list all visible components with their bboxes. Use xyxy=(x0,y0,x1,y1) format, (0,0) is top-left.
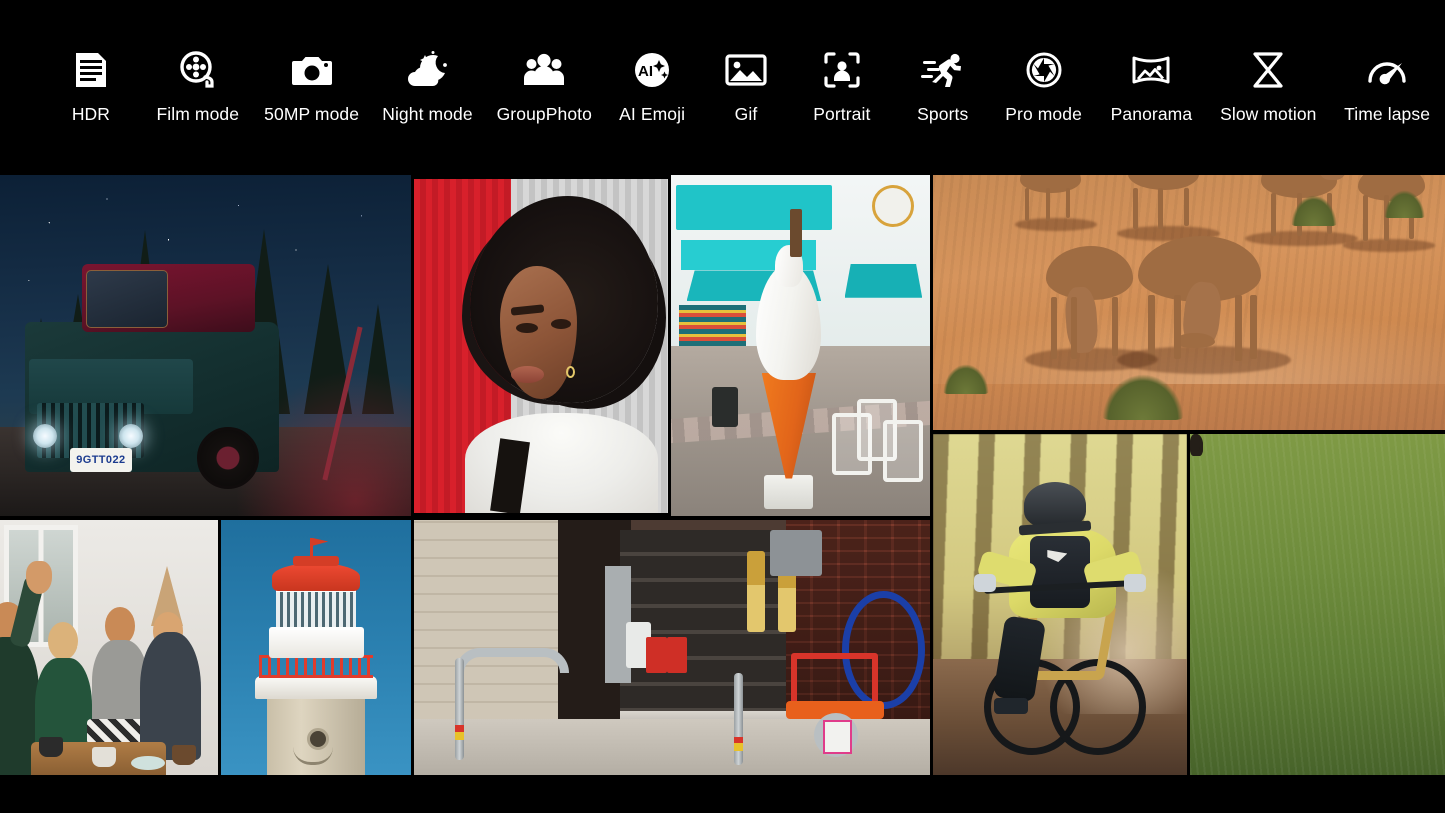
film-reel-icon xyxy=(175,47,221,93)
camera-modes-showcase: HDR Film mode xyxy=(0,0,1445,813)
mode-item-night-mode[interactable]: Night mode xyxy=(369,47,487,125)
camera-icon xyxy=(289,47,335,93)
mode-item-ai-emoji[interactable]: AI AI Emoji xyxy=(602,47,702,125)
mode-label: GroupPhoto xyxy=(497,103,592,125)
photo-zebras[interactable] xyxy=(1190,434,1445,775)
mode-label: Film mode xyxy=(156,103,239,125)
people-group-icon xyxy=(521,47,567,93)
photo-icecream-cone[interactable] xyxy=(671,175,930,516)
photo-street-steps[interactable] xyxy=(414,520,930,775)
photo-camels-desert[interactable] xyxy=(933,175,1445,430)
mode-item-sports[interactable]: Sports xyxy=(894,47,992,125)
running-person-icon xyxy=(920,47,966,93)
sample-photo-collage: 9GTT022 xyxy=(0,175,1445,775)
photo-mountain-biker[interactable] xyxy=(933,434,1187,775)
camera-mode-selector: HDR Film mode xyxy=(0,0,1445,170)
document-lines-icon xyxy=(68,47,114,93)
mode-label: Slow motion xyxy=(1220,103,1316,125)
mode-label: Pro mode xyxy=(1005,103,1082,125)
mode-label: Portrait xyxy=(813,103,870,125)
svg-text:AI: AI xyxy=(638,63,653,80)
photo-jeep-night[interactable]: 9GTT022 xyxy=(0,175,411,516)
ai-sparkle-circle-icon: AI xyxy=(629,47,675,93)
mode-label: Time lapse xyxy=(1344,103,1430,125)
license-plate: 9GTT022 xyxy=(70,448,132,472)
mode-item-panorama[interactable]: Panorama xyxy=(1096,47,1208,125)
mode-label: 50MP mode xyxy=(264,103,359,125)
mode-item-pro-mode[interactable]: Pro mode xyxy=(992,47,1096,125)
mode-item-film-mode[interactable]: Film mode xyxy=(141,47,255,125)
mode-item-time-lapse[interactable]: Time lapse xyxy=(1329,47,1445,125)
mode-item-50mp-mode[interactable]: 50MP mode xyxy=(255,47,369,125)
aperture-icon xyxy=(1021,47,1067,93)
photo-friends-laughing[interactable] xyxy=(0,520,218,775)
panorama-curved-icon xyxy=(1128,47,1174,93)
mode-item-hdr[interactable]: HDR xyxy=(41,47,141,125)
mode-label: AI Emoji xyxy=(619,103,685,125)
moon-cloud-stars-icon xyxy=(404,47,450,93)
mode-item-slow-motion[interactable]: Slow motion xyxy=(1207,47,1329,125)
mode-label: Night mode xyxy=(382,103,473,125)
speedometer-icon xyxy=(1364,47,1410,93)
mode-item-groupphoto[interactable]: GroupPhoto xyxy=(486,47,602,125)
mode-label: Panorama xyxy=(1111,103,1193,125)
mode-item-portrait[interactable]: Portrait xyxy=(790,47,894,125)
mode-item-gif[interactable]: Gif xyxy=(702,47,790,125)
mode-label: Gif xyxy=(735,103,758,125)
photo-lighthouse[interactable] xyxy=(221,520,411,775)
image-picture-icon xyxy=(723,47,769,93)
hourglass-icon xyxy=(1245,47,1291,93)
person-focus-frame-icon xyxy=(819,47,865,93)
photo-portrait-woman[interactable] xyxy=(414,179,668,513)
mode-label: Sports xyxy=(917,103,968,125)
license-plate-number: 9GTT022 xyxy=(76,454,125,466)
mode-label: HDR xyxy=(72,103,110,125)
